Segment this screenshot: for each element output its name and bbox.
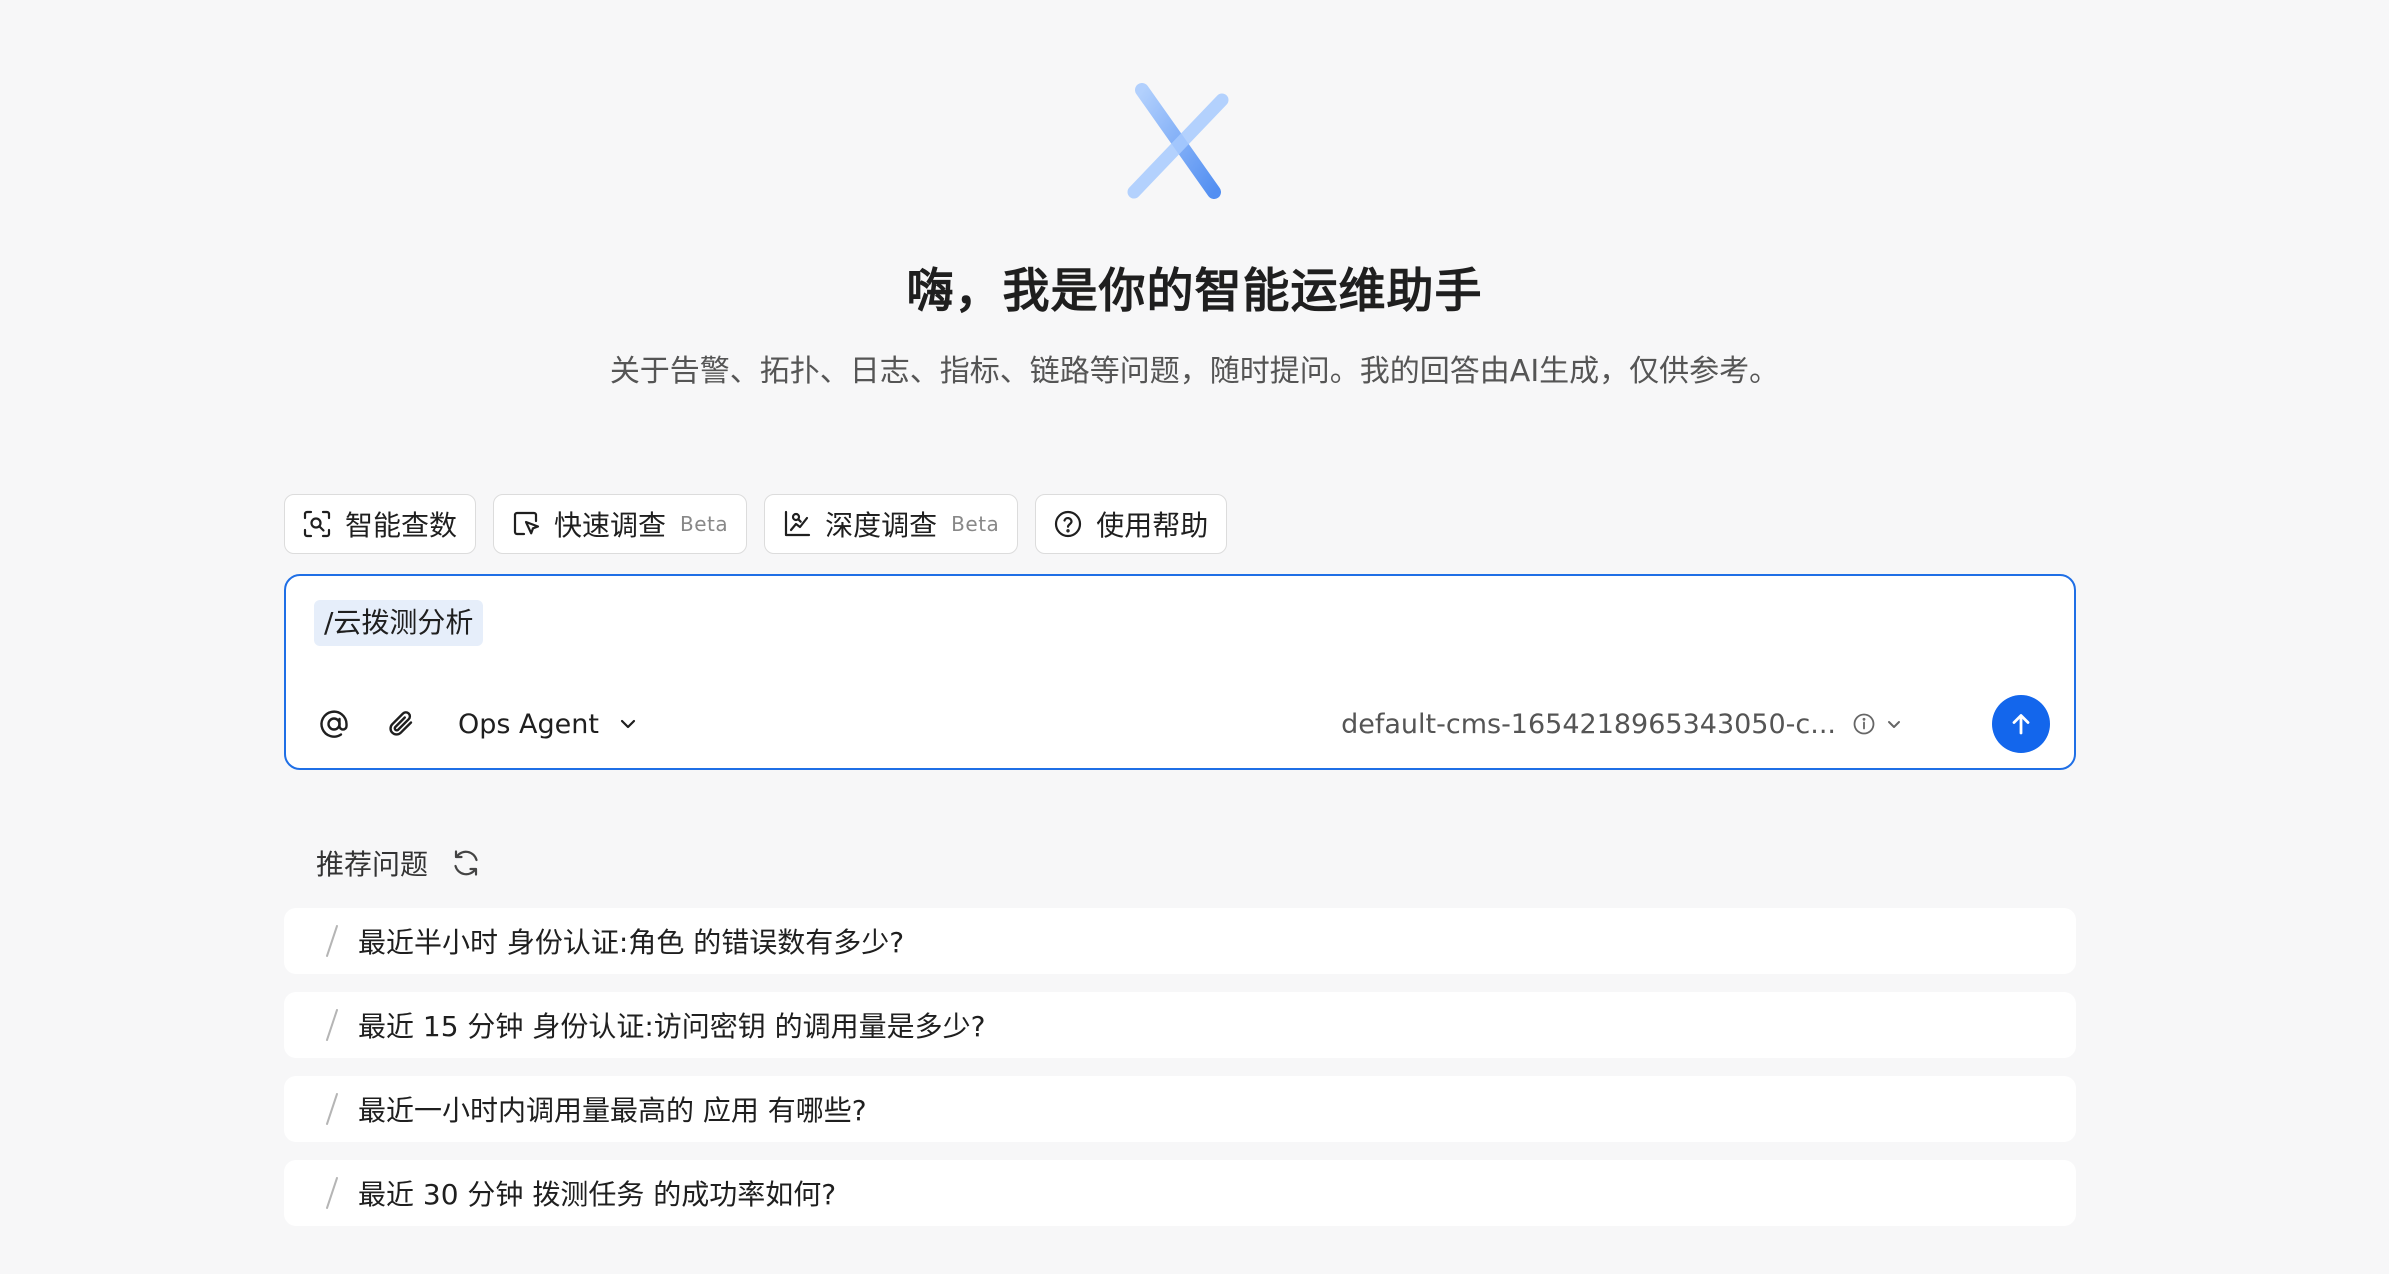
agent-select[interactable]: Ops Agent	[458, 704, 639, 744]
beta-badge: Beta	[951, 512, 1000, 536]
help-circle-icon	[1052, 508, 1084, 540]
suggestion-item[interactable]: 最近半小时 身份认证:角色 的错误数有多少?	[284, 908, 2076, 974]
suggestion-text: 最近 15 分钟 身份认证:访问密钥 的调用量是多少?	[358, 1010, 986, 1043]
mode-chips: 智能查数 快速调查 Beta 深度调查 Beta 使用帮助	[284, 494, 1228, 554]
quick-cursor-icon	[510, 508, 542, 540]
suggestion-text: 最近半小时 身份认证:角色 的错误数有多少?	[358, 926, 905, 959]
assistant-logo-icon	[1102, 76, 1252, 212]
deep-chart-icon	[781, 508, 813, 540]
chat-input-box[interactable]: /云拨测分析 Ops Agent default-cms-16542189653…	[284, 574, 2076, 770]
paperclip-icon	[389, 711, 413, 736]
agent-select-label: Ops Agent	[458, 708, 599, 740]
attach-button[interactable]	[382, 704, 422, 744]
mode-chip-smart-query[interactable]: 智能查数	[284, 494, 477, 554]
page-title: 嗨，我是你的智能运维助手	[906, 264, 1483, 319]
workspace-label: default-cms-1654218965343050-c...	[1341, 708, 1836, 740]
suggestion-item[interactable]: 最近 30 分钟 拨测任务 的成功率如何?	[284, 1160, 2076, 1226]
scan-search-icon	[301, 508, 333, 540]
slash-icon	[322, 923, 342, 959]
mention-button[interactable]	[314, 704, 354, 744]
suggestion-item[interactable]: 最近一小时内调用量最高的 应用 有哪些?	[284, 1076, 2076, 1142]
slash-icon	[322, 1175, 342, 1211]
mode-chip-label: 深度调查	[825, 509, 938, 542]
slash-icon	[322, 1091, 342, 1127]
at-sign-icon	[320, 710, 348, 738]
suggestion-item[interactable]: 最近 15 分钟 身份认证:访问密钥 的调用量是多少?	[284, 992, 2076, 1058]
suggestions-title: 推荐问题	[316, 848, 429, 881]
refresh-icon[interactable]	[450, 847, 482, 879]
suggestions-list: 最近半小时 身份认证:角色 的错误数有多少? 最近 15 分钟 身份认证:访问密…	[284, 908, 2076, 1244]
mode-chip-deep-investigation[interactable]: 深度调查 Beta	[764, 494, 1019, 554]
suggestion-text: 最近 30 分钟 拨测任务 的成功率如何?	[358, 1178, 837, 1211]
mode-chip-label: 使用帮助	[1096, 509, 1209, 542]
chevron-down-icon	[617, 713, 639, 735]
info-icon[interactable]	[1852, 712, 1876, 736]
page-subtitle: 关于告警、拓扑、日志、指标、链路等问题，随时提问。我的回答由AI生成，仅供参考。	[609, 354, 1780, 389]
slash-icon	[322, 1007, 342, 1043]
mode-chip-label: 智能查数	[345, 509, 458, 542]
workspace-select[interactable]: default-cms-1654218965343050-c...	[1341, 704, 1904, 744]
beta-badge: Beta	[680, 512, 729, 536]
send-button[interactable]	[1992, 695, 2050, 753]
mode-chip-label: 快速调查	[554, 509, 667, 542]
command-tag[interactable]: /云拨测分析	[314, 600, 484, 646]
suggestions-header: 推荐问题	[316, 840, 482, 886]
mode-chip-quick-investigation[interactable]: 快速调查 Beta	[493, 494, 748, 554]
chevron-down-icon	[1884, 714, 1904, 734]
mode-chip-help[interactable]: 使用帮助	[1035, 494, 1228, 554]
arrow-up-icon	[2012, 714, 2030, 735]
suggestion-text: 最近一小时内调用量最高的 应用 有哪些?	[358, 1094, 867, 1127]
